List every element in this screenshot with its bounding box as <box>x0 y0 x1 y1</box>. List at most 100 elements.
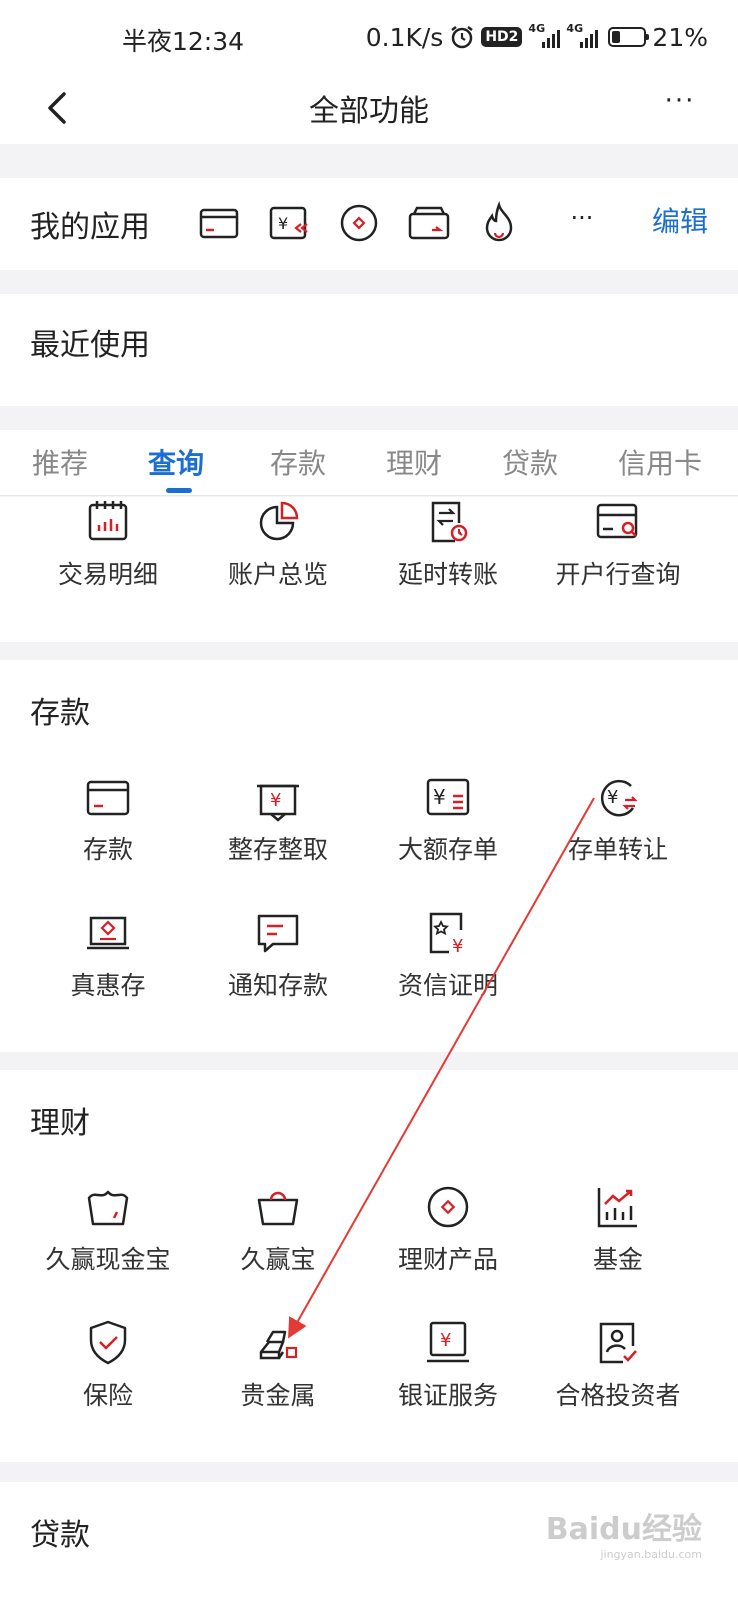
tab-loan[interactable]: 贷款 <box>502 442 558 482</box>
wealth-item-label: 贵金属 <box>240 1381 316 1410</box>
signal-icon: 4G <box>566 22 599 48</box>
deposit-item[interactable]: 通知存款 <box>193 908 363 1002</box>
status-time: 半夜12:34 <box>122 27 245 56</box>
deposit-item-label: 存款 <box>82 835 133 864</box>
deposit-item[interactable]: ¥ 存单转让 <box>533 772 703 866</box>
section-title: 贷款 <box>30 1518 90 1553</box>
wealth-section: 理财 久赢现金宝 久赢宝 理财产品 基金 保险 贵金属 ¥ 银证服务 合格投资者 <box>0 1070 738 1462</box>
wealth-item[interactable]: 久赢现金宝 <box>23 1182 193 1276</box>
flame-icon[interactable] <box>476 200 522 246</box>
wealth-item[interactable]: 贵金属 <box>193 1318 363 1412</box>
yuan-transfer-icon[interactable]: ¥ <box>266 200 312 246</box>
nav-bar: 全部功能 ··· <box>0 72 738 144</box>
query-section: 交易明细 账户总览 延时转账 开户行查询 <box>0 497 738 642</box>
wallet-icon[interactable] <box>406 200 452 246</box>
deposit-item[interactable]: 存款 <box>23 772 193 866</box>
query-item-label: 开户行查询 <box>555 560 681 589</box>
query-item-label: 延时转账 <box>397 560 498 589</box>
page-title: 全部功能 <box>309 94 429 129</box>
wealth-item-label: 久赢现金宝 <box>45 1245 171 1274</box>
svg-text:¥: ¥ <box>452 936 463 957</box>
card-icon[interactable] <box>196 200 242 246</box>
shield-check-icon <box>89 1320 127 1365</box>
bank-search-icon <box>596 503 638 539</box>
wealth-item-label: 理财产品 <box>397 1245 498 1274</box>
section-title: 存款 <box>30 696 90 731</box>
wealth-item-label: 保险 <box>82 1381 133 1410</box>
coin-icon <box>427 1186 469 1228</box>
section-title: 理财 <box>30 1106 90 1141</box>
gold-bars-icon <box>259 1330 298 1360</box>
watermark-sub: jingyan.baidu.com <box>600 1548 702 1561</box>
wealth-item[interactable]: 基金 <box>533 1182 703 1276</box>
query-item-overview[interactable]: 账户总览 <box>193 497 363 591</box>
yuan-circle-transfer-icon: ¥ <box>600 779 638 817</box>
wealth-item-label: 合格投资者 <box>555 1381 681 1410</box>
basket-icon <box>87 1190 129 1226</box>
tab-query[interactable]: 查询 <box>148 442 204 482</box>
recent-label: 最近使用 <box>30 328 150 363</box>
wealth-item-label: 基金 <box>592 1245 643 1274</box>
my-apps-icons: ¥ <box>196 200 522 246</box>
yuan-pocket-icon: ¥ <box>257 784 299 822</box>
status-icons: 0.1K/s HD2 4G 4G 21% <box>366 22 708 52</box>
deposit-item-label: 资信证明 <box>397 971 498 1000</box>
wealth-item[interactable]: 保险 <box>23 1318 193 1412</box>
wealth-item-label: 久赢宝 <box>240 1245 316 1274</box>
growth-chart-icon <box>597 1188 637 1228</box>
query-item-delayed-transfer[interactable]: 延时转账 <box>363 497 533 591</box>
delayed-transfer-icon <box>431 501 468 543</box>
wealth-item[interactable]: 理财产品 <box>363 1182 533 1276</box>
category-tabs: 推荐 查询 存款 理财 贷款 信用卡 <box>0 430 738 496</box>
deposit-item[interactable]: ¥ 整存整取 <box>193 772 363 866</box>
deposit-item-label: 真惠存 <box>70 971 146 1000</box>
yuan-certificate-icon: ¥ <box>426 778 470 816</box>
deposit-item[interactable]: ¥ 大额存单 <box>363 772 533 866</box>
my-apps-section: 我的应用 ¥ ··· 编辑 <box>0 178 738 270</box>
svg-text:¥: ¥ <box>433 785 446 809</box>
query-item-label: 账户总览 <box>227 560 328 589</box>
wealth-item[interactable]: ¥ 银证服务 <box>363 1318 533 1412</box>
query-item-transactions[interactable]: 交易明细 <box>23 497 193 591</box>
battery-icon <box>608 27 650 47</box>
query-item-bank-search[interactable]: 开户行查询 <box>533 497 703 591</box>
credit-certificate-icon: ¥ <box>429 912 463 957</box>
coin-icon[interactable] <box>336 200 382 246</box>
hd-badge: HD2 <box>481 27 523 47</box>
card-icon <box>86 780 130 816</box>
status-bar: 半夜12:34 0.1K/s HD2 4G 4G 21% <box>0 0 738 72</box>
investor-id-icon <box>599 1322 637 1364</box>
svg-text:¥: ¥ <box>278 214 288 233</box>
tab-recommend[interactable]: 推荐 <box>32 442 88 482</box>
svg-text:¥: ¥ <box>270 790 281 811</box>
deposit-item-label: 通知存款 <box>227 971 328 1000</box>
deposit-item[interactable]: ¥ 资信证明 <box>363 908 533 1002</box>
battery-level: 21% <box>652 22 708 52</box>
calendar-chart-icon <box>88 501 128 541</box>
active-tab-indicator <box>166 488 192 493</box>
my-apps-label: 我的应用 <box>30 210 150 245</box>
tab-deposit[interactable]: 存款 <box>270 442 326 482</box>
watermark-main: Baidu经验 <box>545 1512 702 1547</box>
yuan-monitor-icon: ¥ <box>427 1321 469 1363</box>
deposit-item[interactable]: 真惠存 <box>23 908 193 1002</box>
wealth-item[interactable]: 久赢宝 <box>193 1182 363 1276</box>
more-apps-icon[interactable]: ··· <box>560 200 604 244</box>
wealth-item-label: 银证服务 <box>397 1381 498 1410</box>
svg-text:¥: ¥ <box>607 787 618 808</box>
more-menu-icon[interactable]: ··· <box>656 88 704 128</box>
edit-button[interactable]: 编辑 <box>652 200 708 240</box>
diamond-box-icon <box>87 916 129 950</box>
recent-section: 最近使用 <box>0 294 738 406</box>
pie-chart-icon <box>259 501 299 541</box>
deposit-item-label: 存单转让 <box>567 835 668 864</box>
alarm-icon <box>451 26 474 49</box>
tab-credit-card[interactable]: 信用卡 <box>618 442 702 482</box>
wealth-item[interactable]: 合格投资者 <box>533 1318 703 1412</box>
watermark-logo: Baidu经验 jingyan.baidu.com <box>546 1504 702 1561</box>
deposit-item-label: 大额存单 <box>397 835 498 864</box>
query-item-label: 交易明细 <box>57 560 158 589</box>
tab-wealth[interactable]: 理财 <box>386 442 442 482</box>
deposit-item-label: 整存整取 <box>227 835 328 864</box>
signal-icon: 4G <box>528 22 561 48</box>
